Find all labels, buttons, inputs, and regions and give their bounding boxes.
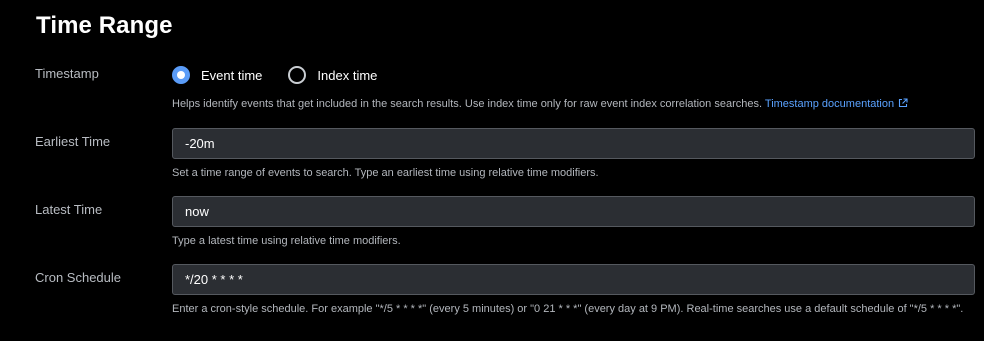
- latest-time-input[interactable]: [172, 196, 975, 227]
- earliest-time-label: Earliest Time: [35, 134, 111, 149]
- external-link-icon[interactable]: [898, 98, 908, 108]
- cron-schedule-label: Cron Schedule: [35, 270, 121, 285]
- latest-time-help: Type a latest time using relative time m…: [172, 235, 401, 247]
- earliest-time-help: Set a time range of events to search. Ty…: [172, 167, 599, 179]
- timestamp-documentation-link-text[interactable]: Timestamp documentation: [765, 98, 894, 110]
- timestamp-help: Helps identify events that get included …: [172, 98, 908, 110]
- cron-schedule-help: Enter a cron-style schedule. For example…: [172, 303, 964, 315]
- radio-unselected-icon[interactable]: [288, 66, 307, 84]
- event-time-label: Event time: [201, 67, 263, 83]
- latest-time-label: Latest Time: [35, 202, 103, 217]
- section-title: Time Range: [36, 12, 173, 39]
- earliest-time-input[interactable]: [172, 128, 975, 159]
- radio-selected-icon[interactable]: [172, 66, 190, 84]
- timestamp-documentation-link[interactable]: Timestamp documentation: [765, 98, 908, 110]
- timestamp-label: Timestamp: [35, 66, 99, 81]
- index-time-label: Index time: [317, 67, 378, 83]
- cron-schedule-input[interactable]: [172, 264, 975, 295]
- index-time-radio[interactable]: Index time: [288, 66, 389, 84]
- time-range-panel: Time Range Timestamp Event time Index ti…: [0, 0, 984, 341]
- timestamp-radio-group: Event time Index time: [172, 64, 403, 86]
- event-time-radio[interactable]: Event time: [172, 66, 274, 84]
- timestamp-help-text: Helps identify events that get included …: [172, 98, 765, 110]
